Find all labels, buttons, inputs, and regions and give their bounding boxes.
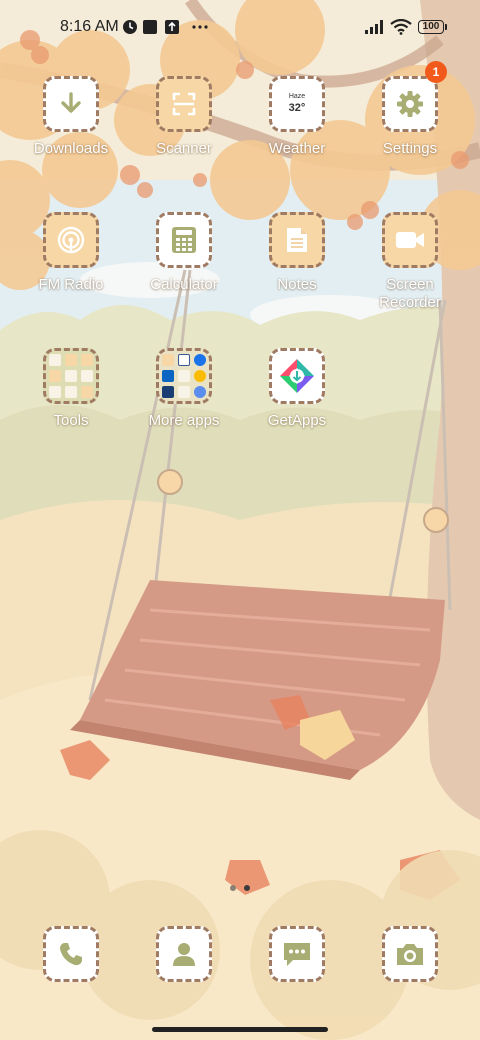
scanner-icon [172, 92, 196, 116]
page-indicator [226, 878, 254, 896]
folder-icon [162, 354, 206, 398]
dock-contacts[interactable] [134, 926, 234, 982]
folder-more-apps[interactable]: More apps [134, 348, 234, 430]
signal-icon [365, 20, 383, 34]
app-label: Notes [277, 276, 317, 293]
app-calculator[interactable]: Calculator [134, 212, 234, 294]
app-getapps[interactable]: GetApps [247, 348, 347, 430]
folder-icon [49, 354, 93, 398]
messages-icon [284, 943, 310, 966]
app-label: FM Radio [38, 276, 104, 293]
app-label: Calculator [150, 276, 218, 293]
radio-icon [57, 226, 85, 254]
app-label: Downloads [33, 140, 109, 157]
weather-icon: Haze 32° [289, 93, 306, 115]
app-label: GetApps [267, 412, 327, 429]
app-weather[interactable]: Haze 32° Weather [247, 76, 347, 158]
dock-phone[interactable] [21, 926, 121, 982]
clock-icon [123, 20, 137, 34]
app-scanner[interactable]: Scanner [134, 76, 234, 158]
app-label: Screen Recorder [379, 276, 441, 311]
app-settings[interactable]: 1 Settings [360, 61, 460, 158]
app-label: Scanner [156, 140, 212, 157]
weather-temperature: 32° [288, 102, 306, 114]
page-dot-active [244, 885, 250, 891]
app-label: Settings [382, 140, 438, 157]
page-dot [230, 885, 236, 891]
dock-messages[interactable] [247, 926, 347, 982]
wifi-icon [390, 19, 412, 35]
app-label: More apps [148, 412, 220, 429]
app-fm-radio[interactable]: FM Radio [21, 212, 121, 294]
upload-icon [165, 20, 179, 34]
notes-icon [287, 228, 307, 252]
getapps-icon [280, 359, 314, 393]
home-indicator[interactable] [152, 1027, 328, 1032]
phone-icon [60, 943, 82, 966]
folder-tools[interactable]: Tools [21, 348, 121, 430]
contacts-icon [173, 943, 195, 966]
app-screen-recorder[interactable]: Screen Recorder [360, 212, 460, 312]
gear-icon [397, 91, 423, 117]
app-label: Weather [268, 140, 326, 157]
status-bar: 8:16 AM 100 [0, 0, 480, 56]
app-notes[interactable]: Notes [247, 212, 347, 294]
dock-camera[interactable] [360, 926, 460, 982]
app-downloads[interactable]: Downloads [21, 76, 121, 158]
square-notification-icon [143, 20, 157, 34]
calculator-icon [172, 227, 196, 253]
more-icon [192, 25, 208, 29]
weather-condition: Haze [288, 93, 306, 100]
notification-badge: 1 [425, 61, 447, 83]
download-arrow-icon [61, 92, 81, 113]
video-camera-icon [396, 232, 424, 248]
status-time: 8:16 AM [60, 18, 119, 35]
camera-icon [397, 944, 423, 965]
battery-icon: 100 [418, 20, 447, 34]
app-label: Tools [53, 412, 89, 429]
